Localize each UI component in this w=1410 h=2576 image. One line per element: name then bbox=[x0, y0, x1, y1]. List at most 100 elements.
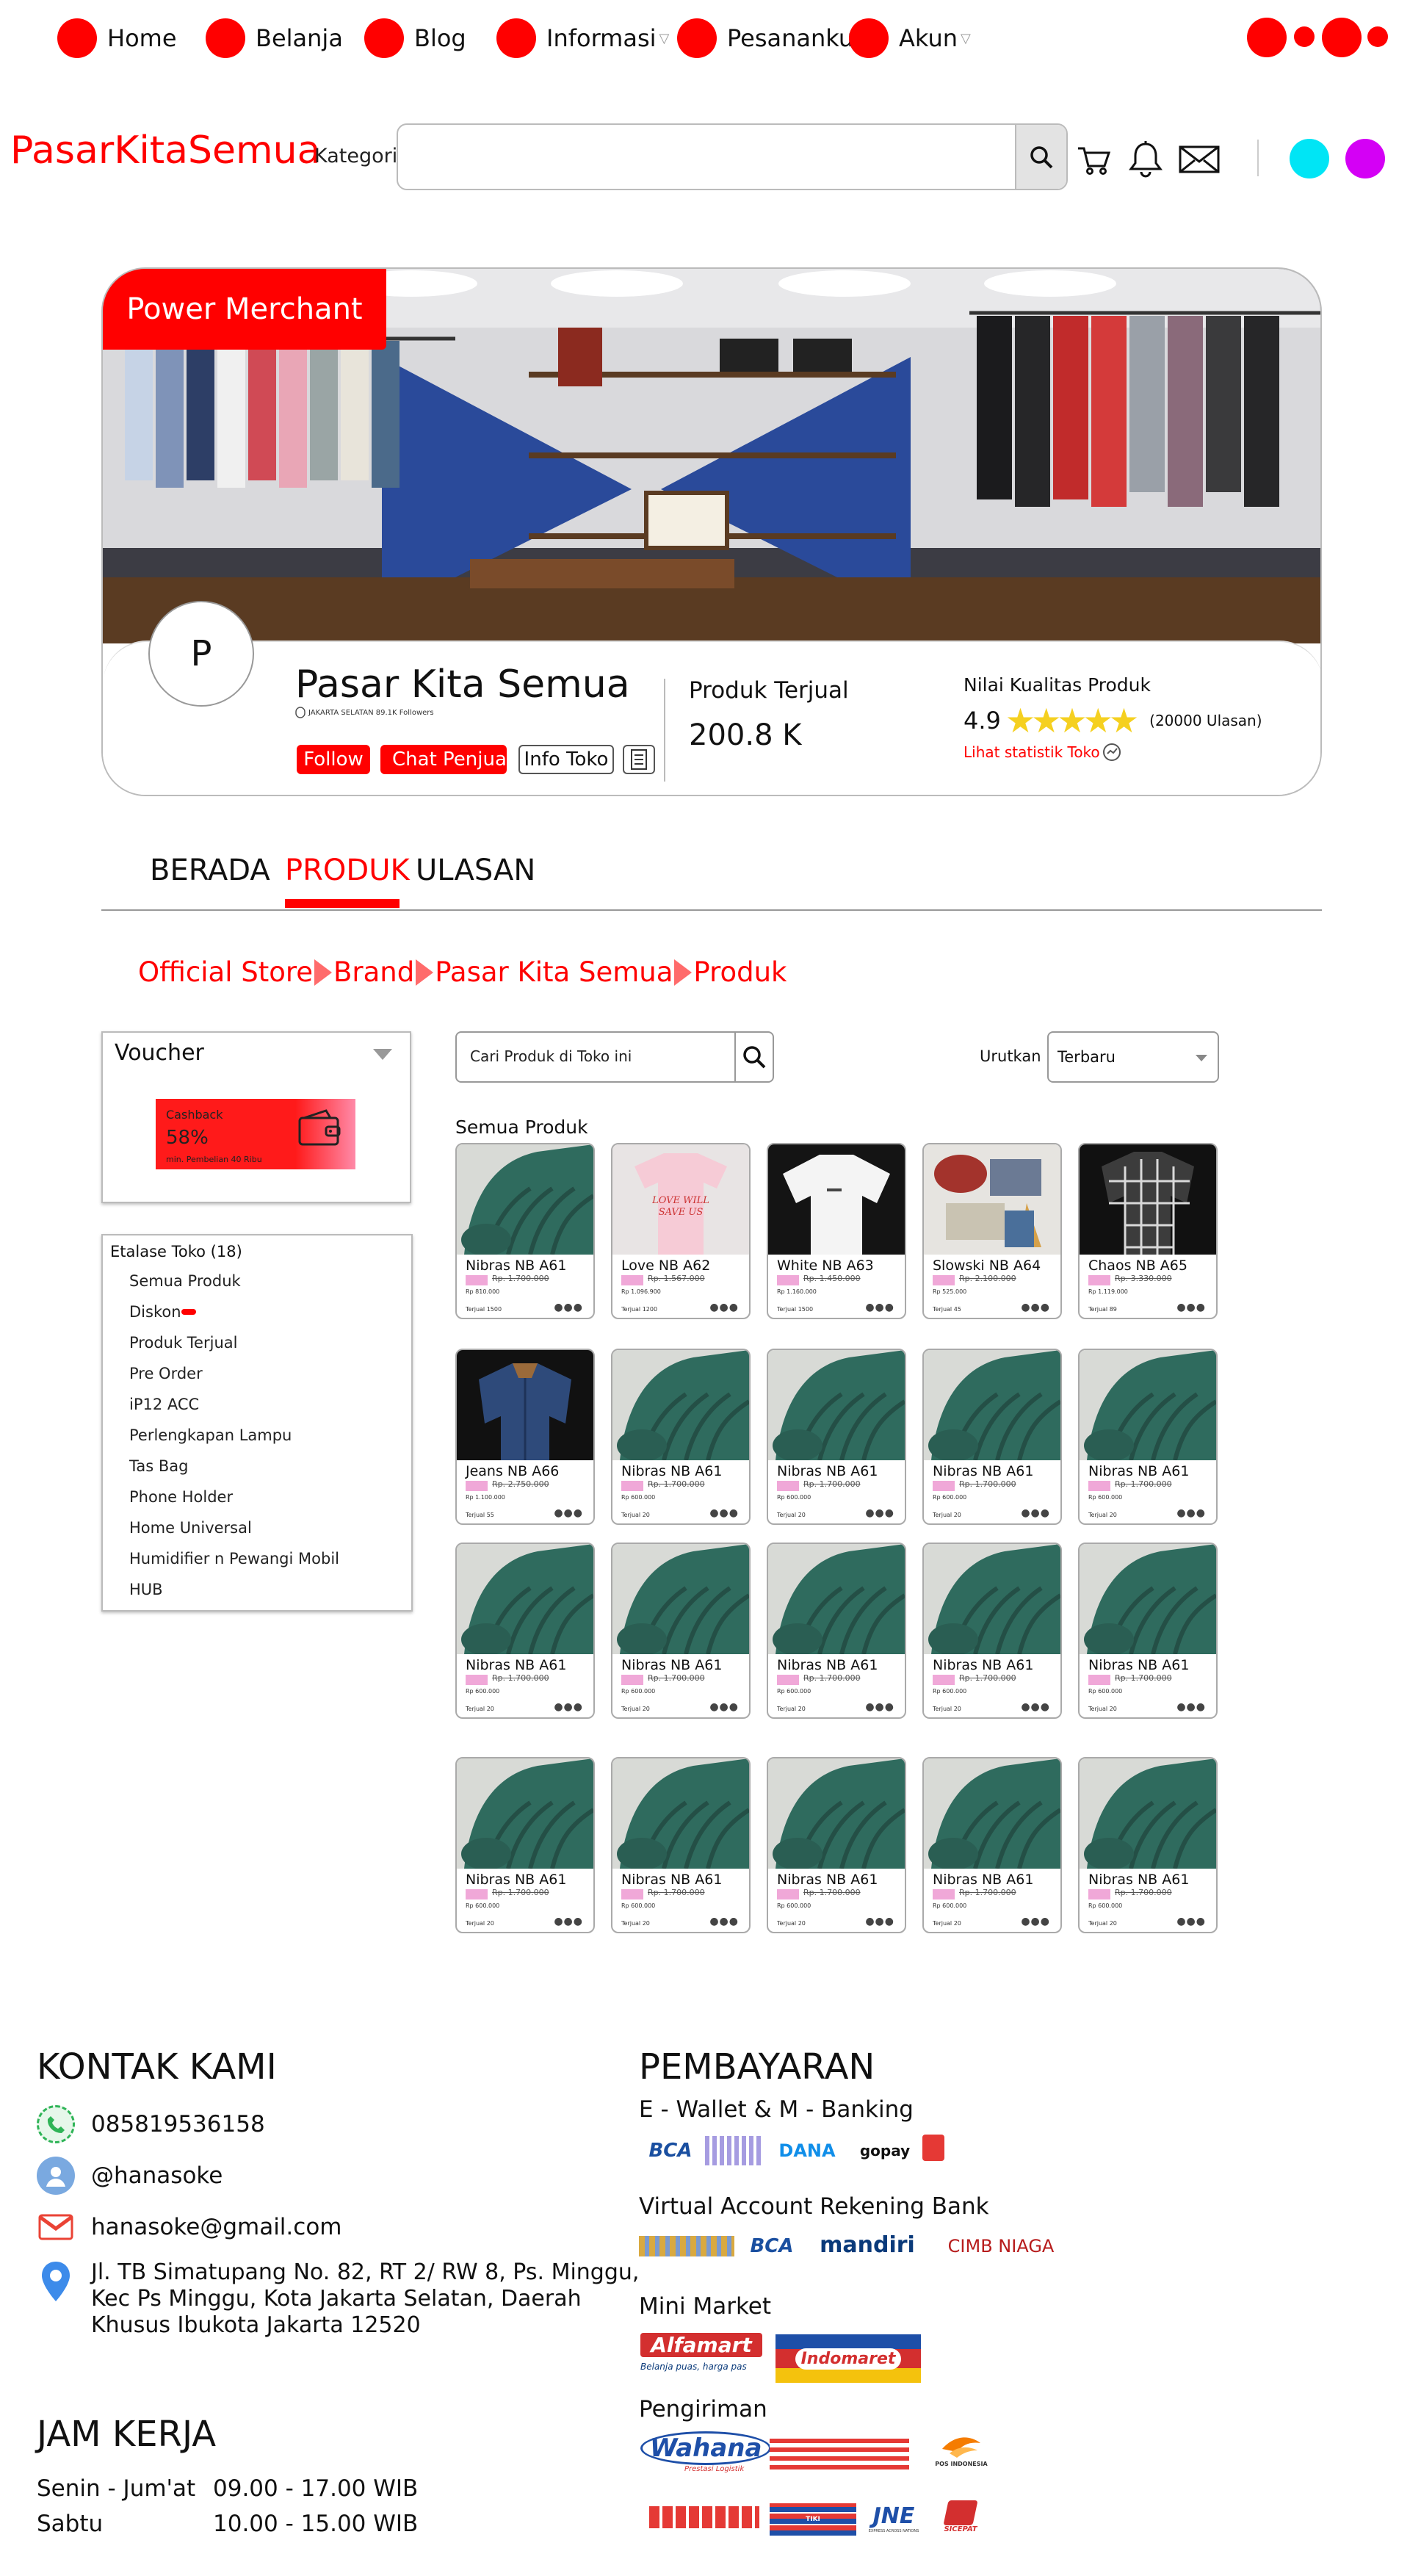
product-search-input[interactable]: Cari Produk di Toko ini bbox=[455, 1031, 774, 1083]
tab-ulasan[interactable]: ULASAN bbox=[416, 854, 535, 887]
product-search-button[interactable] bbox=[734, 1033, 773, 1081]
product-card[interactable]: Nibras NB A61 Rp. 1.700.000 Rp 600.000 Terj… bbox=[611, 1543, 751, 1719]
etalase-item[interactable]: Perlengkapan Lampu bbox=[129, 1426, 292, 1444]
product-image[interactable] bbox=[1080, 1144, 1216, 1255]
store-stats-link[interactable]: Lihat statistik Toko bbox=[964, 742, 1122, 762]
mail-icon[interactable] bbox=[1178, 140, 1221, 178]
more-options-icon[interactable]: ●●● bbox=[1021, 1507, 1050, 1519]
product-card[interactable]: LOVE WILL SAVE US Love NB A62 Rp. 1.567.000… bbox=[611, 1143, 751, 1319]
profile-circle-magenta[interactable] bbox=[1345, 139, 1385, 178]
more-options-icon[interactable]: ●●● bbox=[1021, 1916, 1050, 1927]
contact-phone[interactable]: 085819536158 bbox=[37, 2105, 265, 2143]
more-options-icon[interactable]: ●●● bbox=[1176, 1302, 1206, 1313]
tab-produk[interactable]: PRODUK bbox=[285, 854, 410, 887]
product-name[interactable]: White NB A63 bbox=[777, 1258, 874, 1274]
contact-social[interactable]: @hanasoke bbox=[37, 2157, 223, 2195]
etalase-item[interactable]: Produk Terjual bbox=[129, 1334, 237, 1352]
product-card[interactable]: Nibras NB A61 Rp. 1.700.000 Rp 600.000 Terj… bbox=[767, 1349, 906, 1525]
more-options-icon[interactable]: ●●● bbox=[1021, 1701, 1050, 1713]
product-card[interactable]: Nibras NB A61 Rp. 1.700.000 Rp 600.000 Terj… bbox=[767, 1757, 906, 1933]
product-image[interactable] bbox=[768, 1144, 905, 1255]
more-options-icon[interactable]: ●●● bbox=[1176, 1701, 1206, 1713]
product-image[interactable] bbox=[924, 1144, 1060, 1255]
etalase-item[interactable]: Tas Bag bbox=[129, 1457, 188, 1475]
product-name[interactable]: Nibras NB A61 bbox=[777, 1872, 878, 1888]
product-image[interactable] bbox=[457, 1544, 593, 1654]
product-image[interactable] bbox=[612, 1758, 749, 1869]
product-name[interactable]: Jeans NB A66 bbox=[466, 1463, 559, 1479]
site-logo[interactable]: PasarKitaSemua bbox=[10, 129, 321, 173]
product-image[interactable] bbox=[924, 1758, 1060, 1869]
nav-blog[interactable]: Blog bbox=[364, 16, 466, 60]
product-name[interactable]: Nibras NB A61 bbox=[621, 1872, 722, 1888]
menu-dot-small-icon[interactable] bbox=[1294, 26, 1315, 47]
product-card[interactable]: Nibras NB A61 Rp. 1.700.000 Rp 600.000 Terj… bbox=[922, 1757, 1062, 1933]
product-name[interactable]: Nibras NB A61 bbox=[933, 1657, 1033, 1673]
product-name[interactable]: Nibras NB A61 bbox=[466, 1258, 566, 1274]
product-name[interactable]: Chaos NB A65 bbox=[1088, 1258, 1187, 1274]
breadcrumb-item[interactable]: Pasar Kita Semua bbox=[435, 956, 673, 988]
product-card[interactable]: Chaos NB A65 Rp. 3.330.000 Rp 1.119.000 Ter… bbox=[1078, 1143, 1218, 1319]
product-image[interactable] bbox=[457, 1758, 593, 1869]
more-options-icon[interactable]: ●●● bbox=[709, 1507, 739, 1519]
product-card[interactable]: Slowski NB A64 Rp. 2.100.000 Rp 525.000 Ter… bbox=[922, 1143, 1062, 1319]
product-card[interactable]: Nibras NB A61 Rp. 1.700.000 Rp 600.000 Terj… bbox=[1078, 1543, 1218, 1719]
product-image[interactable] bbox=[768, 1758, 905, 1869]
menu-dot-icon[interactable] bbox=[1247, 18, 1287, 57]
more-options-icon[interactable]: ●●● bbox=[1176, 1507, 1206, 1519]
nav-belanja[interactable]: Belanja bbox=[206, 16, 343, 60]
more-options-icon[interactable]: ●●● bbox=[865, 1507, 894, 1519]
breadcrumb-item[interactable]: Produk bbox=[693, 956, 787, 988]
product-name[interactable]: Nibras NB A61 bbox=[621, 1463, 722, 1479]
nav-home[interactable]: Home bbox=[57, 16, 177, 60]
more-options-icon[interactable]: ●●● bbox=[1176, 1916, 1206, 1927]
more-options-icon[interactable]: ●●● bbox=[554, 1701, 583, 1713]
search-bar[interactable] bbox=[397, 123, 1068, 190]
menu-dot-small-icon[interactable] bbox=[1367, 26, 1388, 47]
product-name[interactable]: Nibras NB A61 bbox=[466, 1657, 566, 1673]
product-name[interactable]: Slowski NB A64 bbox=[933, 1258, 1041, 1274]
product-name[interactable]: Nibras NB A61 bbox=[466, 1872, 566, 1888]
product-name[interactable]: Nibras NB A61 bbox=[1088, 1657, 1189, 1673]
follow-button[interactable]: Follow bbox=[297, 745, 370, 774]
product-image[interactable] bbox=[1080, 1544, 1216, 1654]
nav-informasi[interactable]: Informasi ▽ bbox=[496, 16, 669, 60]
product-card[interactable]: Nibras NB A61 Rp. 1.700.000 Rp 600.000 Terj… bbox=[611, 1757, 751, 1933]
product-image[interactable] bbox=[768, 1544, 905, 1654]
etalase-item[interactable]: Phone Holder bbox=[129, 1488, 233, 1506]
more-options-icon[interactable]: ●●● bbox=[709, 1916, 739, 1927]
etalase-item[interactable]: HUB bbox=[129, 1581, 163, 1598]
etalase-item[interactable]: Humidifier n Pewangi Mobil bbox=[129, 1550, 339, 1567]
product-name[interactable]: Nibras NB A61 bbox=[777, 1657, 878, 1673]
product-name[interactable]: Love NB A62 bbox=[621, 1258, 710, 1274]
cart-icon[interactable] bbox=[1075, 140, 1113, 178]
search-button[interactable] bbox=[1015, 125, 1066, 189]
more-options-icon[interactable]: ●●● bbox=[554, 1302, 583, 1313]
store-info-button[interactable]: Info Toko bbox=[518, 745, 614, 774]
product-name[interactable]: Nibras NB A61 bbox=[933, 1463, 1033, 1479]
product-card[interactable]: Nibras NB A61 Rp. 1.700.000 Rp 600.000 Terj… bbox=[455, 1543, 595, 1719]
product-card[interactable]: Jeans NB A66 Rp. 2.750.000 Rp 1.100.000 Ter… bbox=[455, 1349, 595, 1525]
product-image[interactable] bbox=[1080, 1758, 1216, 1869]
product-image[interactable] bbox=[457, 1350, 593, 1460]
product-name[interactable]: Nibras NB A61 bbox=[1088, 1463, 1189, 1479]
more-options-icon[interactable]: ●●● bbox=[1021, 1302, 1050, 1313]
etalase-item[interactable]: Home Universal bbox=[129, 1519, 252, 1537]
product-image[interactable] bbox=[612, 1544, 749, 1654]
product-name[interactable]: Nibras NB A61 bbox=[933, 1872, 1033, 1888]
product-card[interactable]: White NB A63 Rp. 1.450.000 Rp 1.160.000 Ter… bbox=[767, 1143, 906, 1319]
etalase-item[interactable]: Semua Produk bbox=[129, 1272, 241, 1290]
product-card[interactable]: Nibras NB A61 Rp. 1.700.000 Rp 810.000 Terj… bbox=[455, 1143, 595, 1319]
product-name[interactable]: Nibras NB A61 bbox=[777, 1463, 878, 1479]
nav-pesananku[interactable]: Pesananku bbox=[677, 16, 853, 60]
nav-akun[interactable]: Akun ▽ bbox=[849, 16, 971, 60]
more-options-icon[interactable]: ●●● bbox=[709, 1701, 739, 1713]
contact-email[interactable]: hanasoke@gmail.com bbox=[37, 2208, 341, 2246]
kategori-menu[interactable]: Kategori bbox=[314, 145, 397, 167]
product-card[interactable]: Nibras NB A61 Rp. 1.700.000 Rp 600.000 Terj… bbox=[922, 1543, 1062, 1719]
etalase-item[interactable]: Diskon bbox=[129, 1303, 196, 1321]
product-card[interactable]: Nibras NB A61 Rp. 1.700.000 Rp 600.000 Terj… bbox=[611, 1349, 751, 1525]
sort-select[interactable]: Terbaru bbox=[1047, 1031, 1219, 1083]
product-image[interactable] bbox=[457, 1144, 593, 1255]
bell-icon[interactable] bbox=[1127, 140, 1165, 178]
